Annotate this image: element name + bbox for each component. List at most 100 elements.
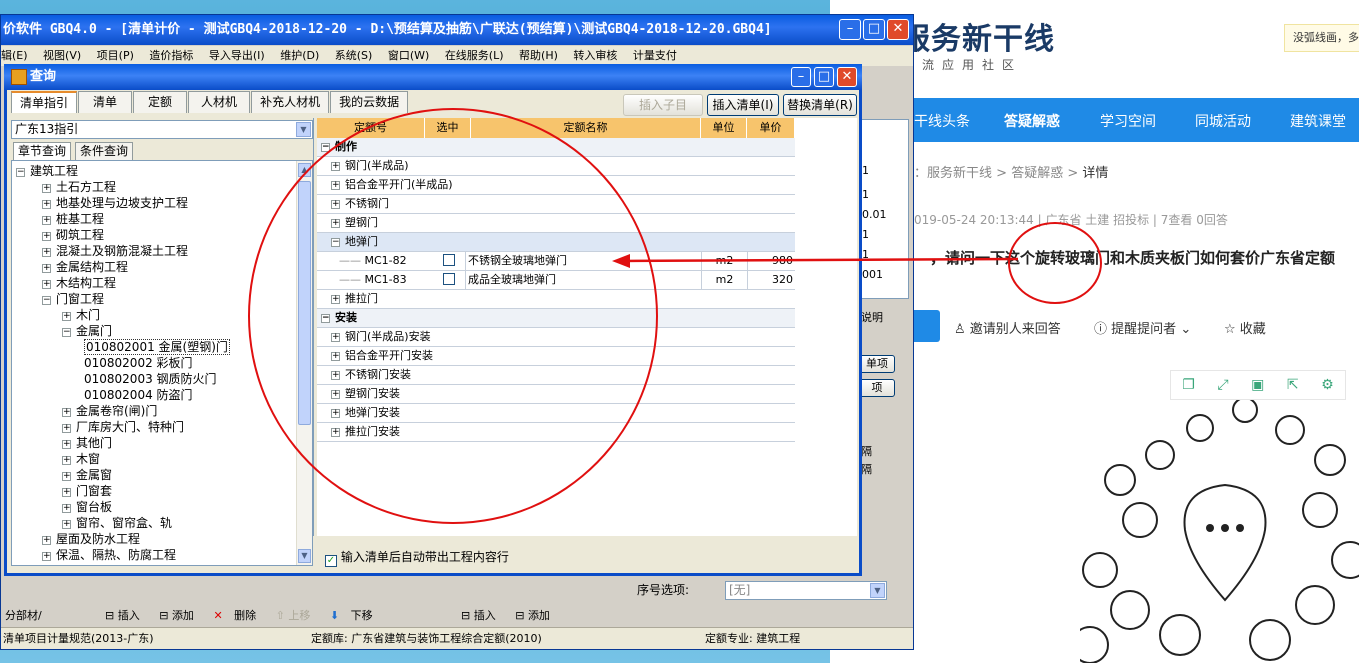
expand-icon[interactable]: + xyxy=(42,552,51,561)
menu-payment[interactable]: 计量支付 xyxy=(633,49,677,62)
add-button[interactable]: ⊟ 添加 xyxy=(515,609,558,622)
menu-edit[interactable]: 辑(E) xyxy=(1,49,28,62)
col-header-price[interactable]: 单价 xyxy=(747,118,795,138)
expand-icon[interactable]: + xyxy=(42,216,51,225)
scroll-down-icon[interactable]: ▼ xyxy=(298,549,311,563)
insert-button[interactable]: ⊟ 插入 xyxy=(105,609,148,622)
tree-node[interactable]: + 金属卷帘(闸)门 xyxy=(62,403,157,419)
insert-list-button[interactable]: 插入清单(I) xyxy=(707,94,779,116)
tree-node[interactable]: + 木门 xyxy=(62,307,100,323)
nav-item[interactable]: 同城活动 xyxy=(1195,111,1251,131)
nav-item-active[interactable]: 答疑解惑 xyxy=(1004,111,1060,131)
tree-node[interactable]: + 窗帘、窗帘盒、轨 xyxy=(62,515,172,531)
bg-button[interactable]: 项 xyxy=(859,379,895,397)
tab-materials[interactable]: 人材机 xyxy=(188,91,251,113)
expand-icon[interactable]: + xyxy=(42,184,51,193)
tree-node[interactable]: + 地基处理与边坡支护工程 xyxy=(42,195,188,211)
expand-icon[interactable]: + xyxy=(42,232,51,241)
main-title-bar[interactable]: 价软件 GBQ4.0 - [清单计价 - 测试GBQ4-2018-12-20 -… xyxy=(1,15,913,45)
favorite-link[interactable]: ☆ 收藏 xyxy=(1224,318,1266,337)
maximize-button[interactable]: □ xyxy=(863,19,885,40)
expand-icon[interactable]: + xyxy=(42,536,51,545)
tab-quota[interactable]: 定额 xyxy=(133,91,188,113)
tree-node[interactable]: + 木窗 xyxy=(62,451,100,467)
expand-icon[interactable]: + xyxy=(42,280,51,289)
nav-item[interactable]: 学习空间 xyxy=(1100,111,1156,131)
copy-icon[interactable]: ❐ xyxy=(1182,377,1195,393)
minimize-button[interactable]: – xyxy=(839,19,861,40)
subtab-chapter[interactable]: 章节查询 xyxy=(13,142,72,160)
nav-item[interactable]: 干线头条 xyxy=(914,111,970,131)
seq-option-select[interactable]: [无] ▼ xyxy=(725,581,887,600)
tree-node[interactable]: − 建筑工程 xyxy=(16,163,78,179)
tree-node[interactable]: 010802002 彩板门 xyxy=(84,355,193,371)
replace-list-button[interactable]: 替换清单(R) xyxy=(783,94,857,116)
tree-node[interactable]: − 金属门 xyxy=(62,323,112,339)
tree-node[interactable]: + 金属窗 xyxy=(62,467,112,483)
tree-node[interactable]: + 保温、隔热、防腐工程 xyxy=(42,547,176,563)
collapse-icon[interactable]: − xyxy=(42,296,51,305)
fullscreen-icon[interactable]: ⤢ xyxy=(1217,377,1228,393)
nav-item[interactable]: 建筑课堂 xyxy=(1290,111,1346,131)
delete-button[interactable]: ✕ 删除 xyxy=(213,609,264,622)
insert-button[interactable]: ⊟ 插入 xyxy=(461,609,504,622)
tree-node[interactable]: + 木结构工程 xyxy=(42,275,116,291)
menu-view[interactable]: 视图(V) xyxy=(43,49,81,62)
expand-icon[interactable]: + xyxy=(62,504,71,513)
bg-button[interactable]: 单项 xyxy=(859,355,895,373)
expand-icon[interactable]: + xyxy=(62,312,71,321)
guide-select[interactable]: 广东13指引 ▼ xyxy=(11,120,313,139)
expand-icon[interactable]: + xyxy=(62,488,71,497)
dialog-close-button[interactable]: ✕ xyxy=(837,67,857,87)
site-logo[interactable]: 服务新干线 xyxy=(900,14,1055,58)
tree-node[interactable]: + 其他门 xyxy=(62,435,112,451)
tree-node[interactable]: + 土石方工程 xyxy=(42,179,116,195)
tree-node[interactable]: + 金属结构工程 xyxy=(42,259,128,275)
expand-icon[interactable]: + xyxy=(62,424,71,433)
tree-node[interactable]: + 屋面及防水工程 xyxy=(42,531,140,547)
answer-button[interactable] xyxy=(914,310,940,342)
bottom-tab[interactable]: 分部材/ xyxy=(5,605,50,627)
auto-content-checkbox[interactable]: ✓ xyxy=(325,555,337,567)
menu-maintain[interactable]: 维护(D) xyxy=(280,49,319,62)
insert-child-button[interactable]: 插入子目 xyxy=(623,94,703,116)
tab-list[interactable]: 清单 xyxy=(78,91,133,113)
tree-node[interactable]: − 门窗工程 xyxy=(42,291,104,307)
move-up-button[interactable]: ⇧ 上移 xyxy=(276,609,319,622)
settings-icon[interactable]: ⚙ xyxy=(1321,377,1334,393)
expand-icon[interactable]: + xyxy=(42,264,51,273)
share-icon[interactable]: ⇱ xyxy=(1287,377,1299,393)
expand-icon[interactable]: + xyxy=(62,472,71,481)
dialog-minimize-button[interactable]: – xyxy=(791,67,811,87)
move-down-button[interactable]: ⬇ 下移 xyxy=(330,609,381,622)
tree-node[interactable]: + 窗台板 xyxy=(62,499,112,515)
save-icon[interactable]: ▣ xyxy=(1251,377,1264,393)
menu-online[interactable]: 在线服务(L) xyxy=(445,49,504,62)
menu-system[interactable]: 系统(S) xyxy=(335,49,373,62)
close-button[interactable]: ✕ xyxy=(887,19,909,40)
expand-icon[interactable]: + xyxy=(62,440,71,449)
expand-icon[interactable]: + xyxy=(62,456,71,465)
breadcrumb-item[interactable]: 服务新干线 xyxy=(927,166,992,181)
tab-cloud-data[interactable]: 我的云数据 xyxy=(330,91,409,113)
invite-answer-link[interactable]: ♙ 邀请别人来回答 xyxy=(954,318,1061,337)
add-button[interactable]: ⊟ 添加 xyxy=(159,609,202,622)
tab-list-guide[interactable]: 清单指引 xyxy=(11,91,78,113)
expand-icon[interactable]: + xyxy=(62,520,71,529)
collapse-icon[interactable]: − xyxy=(16,168,25,177)
tree-node[interactable]: + 桩基工程 xyxy=(42,211,104,227)
dialog-title-bar[interactable]: 查询 xyxy=(4,64,862,90)
auto-content-option[interactable]: ✓ 输入清单后自动带出工程内容行 xyxy=(325,548,509,567)
col-header-unit[interactable]: 单位 xyxy=(701,118,747,138)
menu-audit[interactable]: 转入审核 xyxy=(573,49,617,62)
notice-banner[interactable]: 没弧线画，多 xyxy=(1284,24,1359,52)
tree-node[interactable]: + 厂库房大门、特种门 xyxy=(62,419,184,435)
menu-project[interactable]: 项目(P) xyxy=(97,49,134,62)
collapse-icon[interactable]: − xyxy=(62,328,71,337)
remind-asker-link[interactable]: ⓘ 提醒提问者 ⌄ xyxy=(1094,318,1191,337)
expand-icon[interactable]: + xyxy=(62,408,71,417)
dialog-maximize-button[interactable]: □ xyxy=(814,67,834,87)
tree-node[interactable]: + 门窗套 xyxy=(62,483,112,499)
menu-window[interactable]: 窗口(W) xyxy=(388,49,429,62)
tree-node[interactable]: 010802004 防盗门 xyxy=(84,387,193,403)
